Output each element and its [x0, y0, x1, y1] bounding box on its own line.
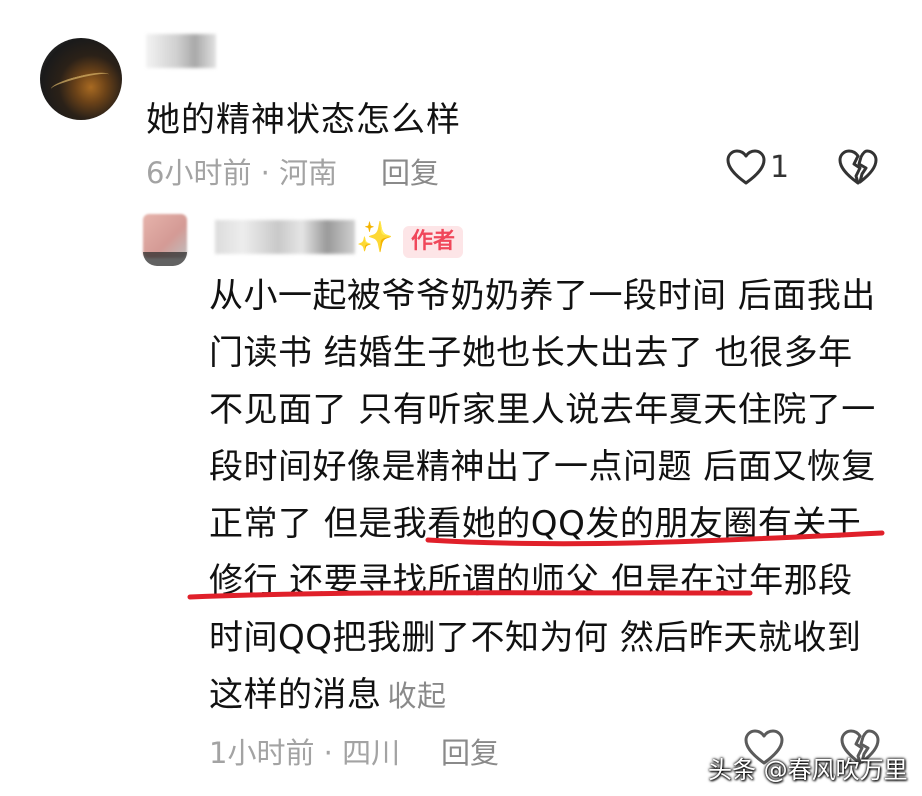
reply-time-location: 1小时前 · 四川 [209, 736, 401, 770]
dislike-button[interactable] [836, 146, 880, 190]
comment-reply-button[interactable]: 回复 [381, 150, 439, 192]
reply-line: 时间QQ把我删了不知为何 然后昨天就收到 [209, 618, 862, 658]
sparkle-icon: ✨ [356, 220, 394, 255]
commenter-avatar[interactable] [40, 38, 122, 120]
comment-text: 她的精神状态怎么样 [146, 100, 461, 140]
reply-line: 段时间好像是精神出了一点问题 后面又恢复 [209, 447, 876, 487]
like-button[interactable] [724, 146, 768, 190]
author-username-blurred[interactable] [215, 220, 355, 254]
reply-line: 正常了 但是我看她的QQ发的朋友圈有关于 [209, 504, 862, 544]
reply-line: 从小一起被爷爷奶奶养了一段时间 后面我出 [209, 276, 876, 316]
collapse-button[interactable]: 收起 [388, 679, 447, 713]
broken-heart-icon [838, 149, 878, 185]
reply-line: 不见面了 只有听家里人说去年夏天住院了一 [209, 390, 876, 430]
comment-time-location: 6小时前 · 河南 [146, 156, 338, 190]
reply-reply-button[interactable]: 回复 [441, 730, 499, 772]
reply-line-last: 这样的消息 收起 [209, 667, 899, 724]
author-badge: 作者 [403, 226, 464, 258]
author-avatar-shade [143, 252, 187, 266]
commenter-username-blurred[interactable] [146, 34, 216, 68]
reply-line: 修行 还要寻找所谓的师父 但是在过年那段 [209, 561, 853, 601]
like-count: 1 [770, 150, 790, 185]
reply-text: 从小一起被爷爷奶奶养了一段时间 后面我出 门读书 结婚生子她也长大出去了 也很多… [209, 268, 899, 724]
heart-outline-icon [726, 149, 766, 185]
reply-line: 门读书 结婚生子她也长大出去了 也很多年 [209, 333, 853, 373]
reply-line: 这样的消息 [209, 675, 382, 715]
watermark: 头条 @春风吹万里 [708, 756, 908, 784]
